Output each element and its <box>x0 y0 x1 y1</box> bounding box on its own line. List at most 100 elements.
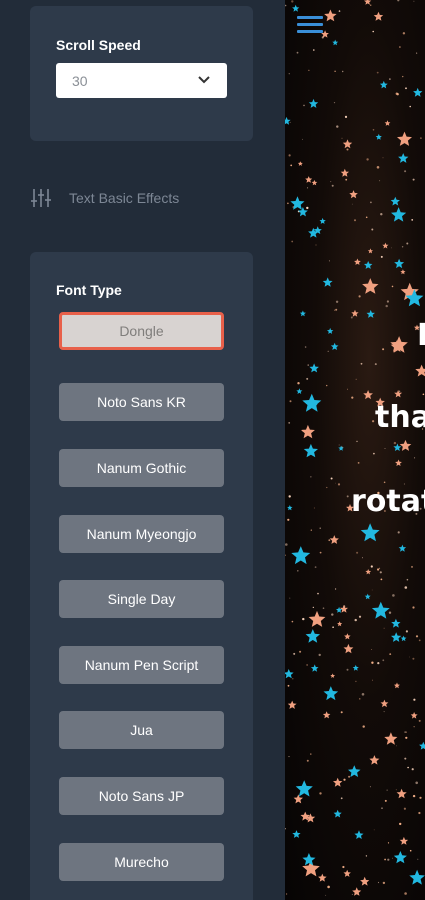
star-dot <box>291 620 294 623</box>
hamburger-icon[interactable] <box>297 15 323 35</box>
star-shape <box>379 80 388 89</box>
star-shape <box>367 248 373 254</box>
star-dot <box>381 807 383 809</box>
star-shape <box>322 277 333 287</box>
star-dot <box>395 789 397 791</box>
star-dot <box>347 388 348 390</box>
scroll-speed-select[interactable]: 30 <box>56 63 227 98</box>
star-dot <box>313 49 315 51</box>
star-dot <box>325 894 327 896</box>
font-option-noto-sans-jp[interactable]: Noto Sans JP <box>59 777 224 815</box>
star-dot <box>306 377 309 380</box>
star-shape <box>365 569 372 575</box>
star-dot <box>328 539 331 542</box>
font-option-nanum-myeongjo[interactable]: Nanum Myeongjo <box>59 515 224 553</box>
star-shape <box>393 851 407 864</box>
star-shape <box>409 869 425 885</box>
star-dot <box>310 529 312 531</box>
star-dot <box>319 551 322 554</box>
star-shape <box>285 669 294 679</box>
star-dot <box>391 285 394 288</box>
star-dot <box>310 476 312 478</box>
scroll-text-line-1: M <box>417 318 425 353</box>
star-dot <box>299 650 302 653</box>
star-shape <box>340 168 349 177</box>
star-shape <box>394 389 403 398</box>
star-dot <box>412 606 415 609</box>
star-dot <box>422 393 425 396</box>
star-dot <box>288 73 290 75</box>
font-option-murecho[interactable]: Murecho <box>59 843 224 881</box>
font-option-nanum-pen-script[interactable]: Nanum Pen Script <box>59 646 224 684</box>
star-dot <box>343 778 346 781</box>
star-dot <box>304 346 307 348</box>
star-shape <box>349 190 358 199</box>
star-dot <box>297 382 300 385</box>
star-dot <box>327 885 330 889</box>
star-dot <box>409 105 411 108</box>
star-dot <box>414 457 416 459</box>
star-dot <box>406 578 409 581</box>
star-dot <box>413 726 415 728</box>
star-shape <box>305 813 316 823</box>
star-dot <box>419 796 422 799</box>
star-shape <box>354 258 361 265</box>
star-dot <box>376 71 379 74</box>
star-dot <box>405 630 408 633</box>
star-shape <box>371 601 390 619</box>
star-dot <box>389 653 392 655</box>
star-dot <box>285 4 287 7</box>
star-shape <box>309 363 319 373</box>
star-dot <box>355 680 357 683</box>
star-dot <box>415 781 418 785</box>
star-dot <box>405 731 407 733</box>
star-dot <box>382 659 385 662</box>
star-shape <box>287 505 293 511</box>
star-dot <box>306 206 309 210</box>
star-shape <box>291 546 311 565</box>
star-shape <box>395 459 402 466</box>
star-shape <box>342 139 353 149</box>
star-dot <box>346 148 349 151</box>
star-shape <box>310 664 319 672</box>
star-shape <box>344 633 351 640</box>
star-shape <box>413 87 423 97</box>
star-dot <box>380 578 383 581</box>
font-option-jua[interactable]: Jua <box>59 711 224 749</box>
star-dot <box>335 300 339 303</box>
star-dot <box>393 441 397 445</box>
star-dot <box>362 725 365 728</box>
star-dot <box>291 0 294 3</box>
font-option-single-day[interactable]: Single Day <box>59 580 224 618</box>
scroll-text-line-3: rotat <box>351 484 425 519</box>
font-option-noto-sans-kr[interactable]: Noto Sans KR <box>59 383 224 421</box>
star-shape <box>364 0 372 5</box>
star-dot <box>389 78 391 80</box>
star-shape <box>302 393 322 412</box>
star-dot <box>372 30 374 33</box>
star-dot <box>383 627 385 629</box>
star-dot <box>399 822 402 826</box>
star-dot <box>306 759 309 762</box>
star-shape <box>400 269 406 275</box>
font-option-dongle[interactable]: Dongle <box>59 312 224 350</box>
star-dot <box>332 626 334 628</box>
star-dot <box>288 154 291 157</box>
star-dot <box>335 308 338 311</box>
star-dot <box>407 766 409 769</box>
star-dot <box>370 565 373 568</box>
star-shape <box>360 523 380 542</box>
star-dot <box>285 543 288 546</box>
star-dot <box>370 4 372 6</box>
star-dot <box>404 170 407 173</box>
text-basic-effects-header[interactable]: Text Basic Effects <box>30 186 230 210</box>
font-option-nanum-gothic[interactable]: Nanum Gothic <box>59 449 224 487</box>
star-shape <box>319 217 326 224</box>
star-dot <box>372 679 373 681</box>
star-shape <box>337 621 343 627</box>
star-dot <box>401 246 404 248</box>
star-dot <box>335 482 336 484</box>
star-shape <box>391 618 401 628</box>
star-shape <box>398 544 407 552</box>
star-dot <box>361 693 365 696</box>
